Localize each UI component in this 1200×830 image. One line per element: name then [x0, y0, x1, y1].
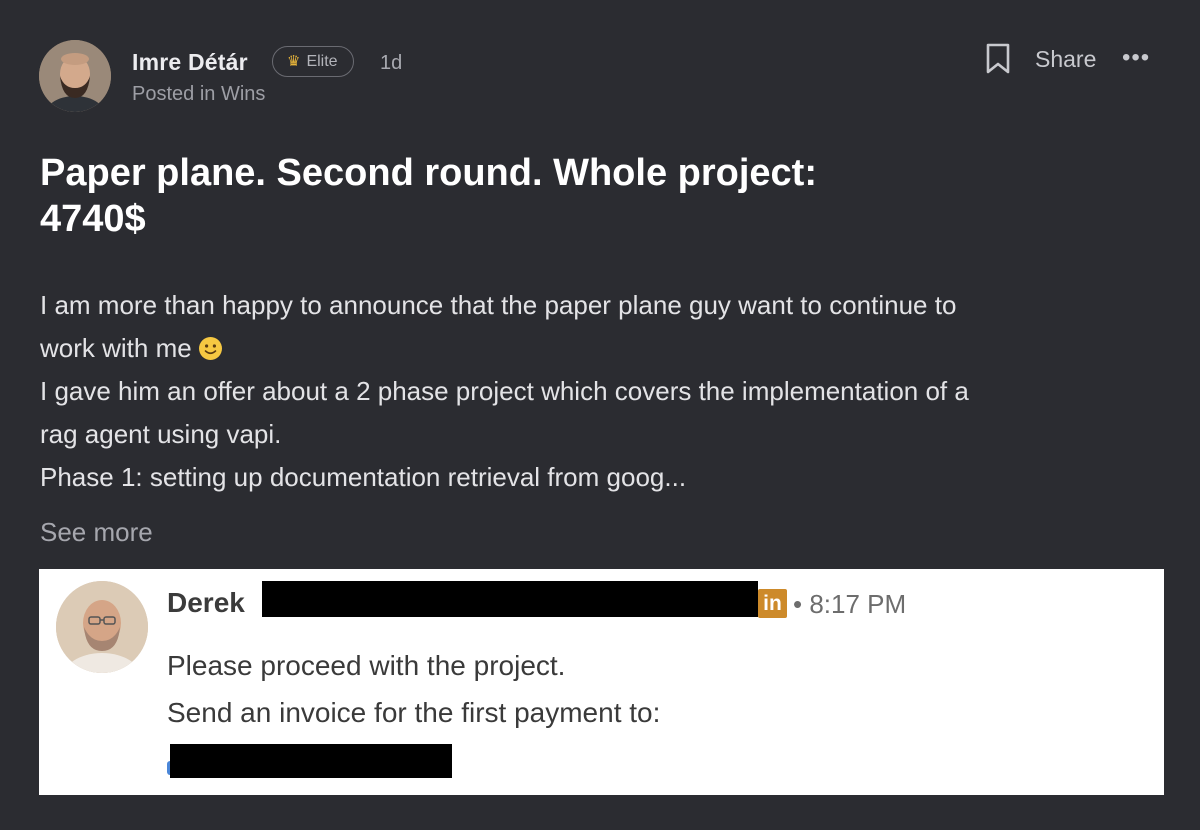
post-age[interactable]: 1d — [380, 52, 402, 75]
smile-emoji-icon — [198, 331, 223, 360]
crown-icon: ♛ — [287, 53, 301, 70]
redaction-bar — [170, 744, 452, 778]
share-button[interactable]: Share — [1035, 46, 1096, 73]
sender-name: Derek — [167, 587, 245, 618]
redaction-bar — [262, 581, 758, 617]
post-body: I am more than happy to announce that th… — [40, 284, 1160, 499]
message-line-2: Send an invoice for the first payment to… — [167, 697, 661, 728]
linkedin-icon: in — [758, 589, 787, 618]
post-card: Imre Détár ♛ Elite 1d Posted in Wins Sha… — [0, 0, 1200, 830]
body-line: Phase 1: setting up documentation retrie… — [40, 462, 687, 492]
more-options-icon[interactable]: ••• — [1122, 44, 1150, 72]
body-line: I gave him an offer about a 2 phase proj… — [40, 376, 969, 406]
bookmark-icon[interactable] — [985, 43, 1011, 75]
post-title-line-1: Paper plane. Second round. Whole project… — [40, 152, 817, 194]
author-name[interactable]: Imre Détár — [132, 49, 248, 76]
post-title-line-2: 4740$ — [40, 198, 146, 240]
posted-in: Posted in Wins — [132, 83, 265, 106]
category-link[interactable]: Wins — [221, 83, 265, 105]
sender-avatar — [56, 581, 148, 673]
message-line-1: Please proceed with the project. — [167, 650, 566, 681]
body-line: rag agent using vapi. — [40, 419, 282, 449]
author-avatar[interactable] — [39, 40, 111, 112]
message-time: • 8:17 PM — [793, 589, 907, 619]
body-line: work with me — [40, 327, 1160, 370]
attached-screenshot[interactable]: Derek in • 8:17 PM Please proceed with t… — [39, 569, 1164, 795]
posted-in-prefix: Posted in — [132, 83, 216, 105]
body-line-text: work with me — [40, 333, 192, 363]
badge-label: Elite — [306, 52, 338, 70]
elite-badge: ♛ Elite — [272, 46, 354, 77]
post-title: Paper plane. Second round. Whole project… — [40, 150, 1140, 242]
see-more-link[interactable]: See more — [40, 517, 153, 548]
body-line: I am more than happy to announce that th… — [40, 290, 957, 320]
